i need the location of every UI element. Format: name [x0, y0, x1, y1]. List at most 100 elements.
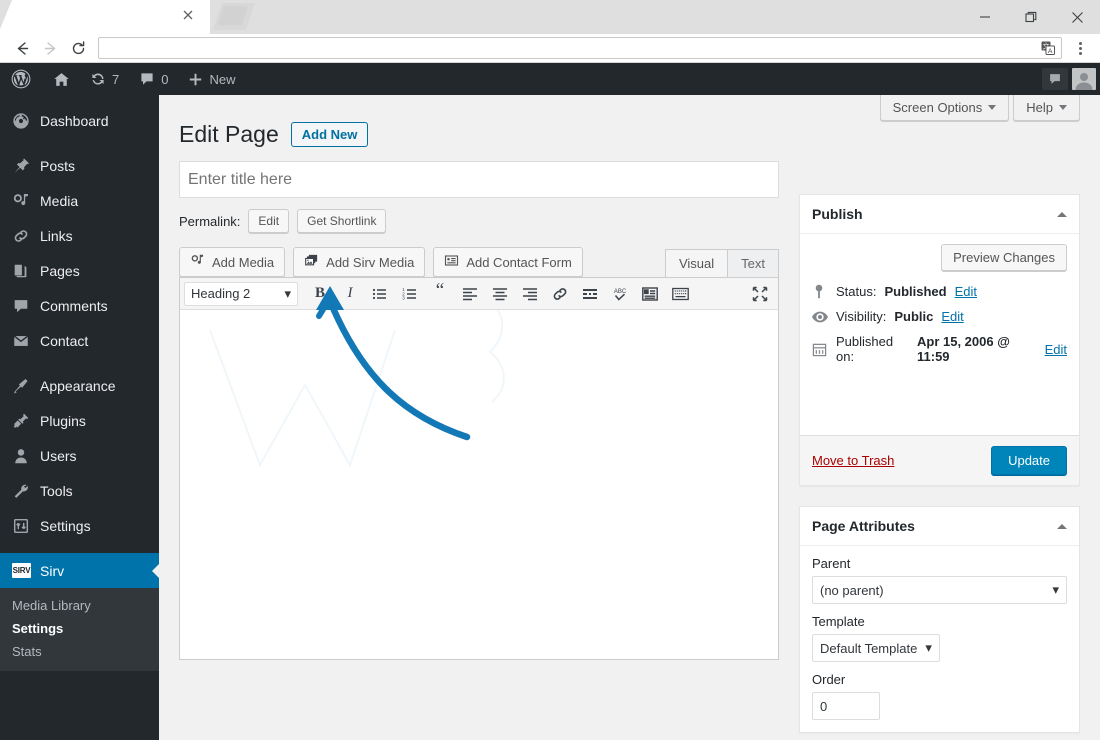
permalink-edit-button[interactable]: Edit	[248, 209, 290, 233]
align-right-icon[interactable]	[516, 281, 544, 307]
italic-icon[interactable]: I	[336, 281, 364, 307]
back-icon[interactable]	[8, 34, 36, 62]
numbered-list-icon[interactable]: 123	[396, 281, 424, 307]
site-home-icon[interactable]	[43, 63, 80, 95]
help-button[interactable]: Help	[1013, 95, 1080, 121]
sidebar-item-comments[interactable]: Comments	[0, 288, 159, 323]
align-center-icon[interactable]	[486, 281, 514, 307]
submenu-item-media-library[interactable]: Media Library	[0, 594, 159, 617]
add-media-button[interactable]: Add Media	[179, 247, 286, 277]
align-left-icon[interactable]	[456, 281, 484, 307]
post-title-input[interactable]	[179, 161, 779, 198]
spellcheck-icon[interactable]: ABC	[606, 281, 634, 307]
sidebar-item-appearance[interactable]: Appearance	[0, 368, 159, 403]
publish-panel-header[interactable]: Publish	[800, 195, 1079, 234]
read-more-icon[interactable]	[576, 281, 604, 307]
keyboard-shortcuts-icon[interactable]	[666, 281, 694, 307]
editor-watermark	[209, 310, 505, 468]
sidebar-item-dashboard[interactable]: Dashboard	[0, 103, 159, 138]
add-new-button[interactable]: Add New	[290, 122, 369, 147]
sidebar-item-label: Appearance	[40, 377, 116, 394]
format-select[interactable]: Heading 2 ▾	[184, 281, 298, 306]
page-attributes-header[interactable]: Page Attributes	[800, 507, 1079, 546]
close-window-icon[interactable]	[1054, 1, 1100, 33]
browser-menu-icon[interactable]	[1068, 36, 1092, 60]
tab-visual[interactable]: Visual	[664, 249, 729, 278]
calendar-icon	[812, 342, 828, 357]
insert-link-icon[interactable]	[546, 281, 574, 307]
publish-panel-footer: Move to Trash Update	[800, 435, 1079, 485]
browser-tab[interactable]	[0, 0, 210, 34]
sidebar-item-pages[interactable]: Pages	[0, 253, 159, 288]
order-input[interactable]	[812, 692, 880, 720]
toolbar-toggle-icon[interactable]	[636, 281, 664, 307]
sidebar-item-plugins[interactable]: Plugins	[0, 403, 159, 438]
fullscreen-icon[interactable]	[746, 281, 774, 307]
chevron-down-icon: ▾	[1052, 582, 1059, 597]
sidebar-item-label: Contact	[40, 332, 89, 349]
sidebar-item-users[interactable]: Users	[0, 438, 159, 473]
svg-text:A: A	[1048, 48, 1053, 55]
status-label: Status:	[836, 284, 877, 299]
add-sirv-media-button[interactable]: Add Sirv Media	[293, 247, 426, 277]
add-sirv-media-icon	[304, 253, 319, 271]
new-content-button[interactable]: New	[178, 63, 245, 95]
sidebar-item-links[interactable]: Links	[0, 218, 159, 253]
submenu-item-stats[interactable]: Stats	[0, 640, 159, 663]
page-title: Edit Page	[179, 121, 279, 147]
sirv-submenu: Media Library Settings Stats	[0, 588, 159, 671]
template-select[interactable]: Default Template ▾	[812, 634, 940, 662]
parent-select[interactable]: (no parent) ▾	[812, 576, 1067, 604]
get-shortlink-button[interactable]: Get Shortlink	[297, 209, 387, 233]
sidebar-item-label: Settings	[40, 517, 91, 534]
move-to-trash-link[interactable]: Move to Trash	[812, 453, 894, 468]
bold-icon[interactable]: B	[306, 281, 334, 307]
close-tab-icon[interactable]	[180, 9, 196, 25]
visibility-edit-link[interactable]: Edit	[941, 309, 963, 324]
blockquote-icon[interactable]: “	[426, 281, 454, 307]
chevron-up-icon[interactable]	[1057, 211, 1067, 217]
status-edit-link[interactable]: Edit	[955, 284, 977, 299]
published-edit-link[interactable]: Edit	[1045, 342, 1067, 357]
sidebar-item-label: Sirv	[40, 562, 65, 579]
media-icon	[12, 192, 36, 210]
sidebar-item-label: Users	[40, 447, 77, 464]
submenu-item-settings[interactable]: Settings	[0, 617, 159, 640]
reload-icon[interactable]	[64, 34, 92, 62]
bulleted-list-icon[interactable]	[366, 281, 394, 307]
sidebar-panels: Publish Preview Changes Status: Publishe…	[799, 148, 1080, 740]
sidebar-item-posts[interactable]: Posts	[0, 148, 159, 183]
parent-value: (no parent)	[820, 582, 884, 598]
sidebar-item-sirv[interactable]: SIRV Sirv	[0, 553, 160, 588]
browser-tabstrip	[0, 0, 1100, 34]
editor-canvas[interactable]	[179, 310, 779, 660]
chevron-up-icon[interactable]	[1057, 523, 1067, 529]
comments-indicator[interactable]: 0	[129, 63, 178, 95]
wordpress-logo-icon[interactable]	[0, 63, 43, 95]
sidebar-item-tools[interactable]: Tools	[0, 473, 159, 508]
visibility-row: Visibility: Public Edit	[812, 304, 1067, 329]
maximize-icon[interactable]	[1008, 1, 1054, 33]
updates-indicator[interactable]: 7	[80, 63, 129, 95]
add-contact-form-button[interactable]: Add Contact Form	[433, 247, 583, 277]
sidebar-item-contact[interactable]: Contact	[0, 323, 159, 358]
tab-text[interactable]: Text	[727, 249, 779, 278]
publish-panel: Publish Preview Changes Status: Publishe…	[799, 194, 1080, 486]
address-bar[interactable]: 文 A	[98, 37, 1062, 59]
plug-icon	[12, 412, 36, 430]
template-label: Template	[812, 614, 865, 629]
preview-changes-button[interactable]: Preview Changes	[941, 244, 1067, 271]
comment-bubble-icon[interactable]	[1042, 68, 1068, 90]
translate-icon[interactable]: 文 A	[1041, 41, 1055, 55]
add-media-icon	[190, 253, 205, 271]
update-button[interactable]: Update	[991, 446, 1067, 475]
svg-text:3: 3	[402, 295, 405, 300]
forward-icon[interactable]	[36, 34, 64, 62]
minimize-icon[interactable]	[962, 1, 1008, 33]
sidebar-item-settings[interactable]: Settings	[0, 508, 159, 543]
publish-panel-title: Publish	[812, 206, 863, 222]
sidebar-separator	[0, 543, 159, 553]
screen-options-button[interactable]: Screen Options	[879, 95, 1010, 121]
avatar[interactable]	[1072, 68, 1096, 90]
sidebar-item-media[interactable]: Media	[0, 183, 159, 218]
